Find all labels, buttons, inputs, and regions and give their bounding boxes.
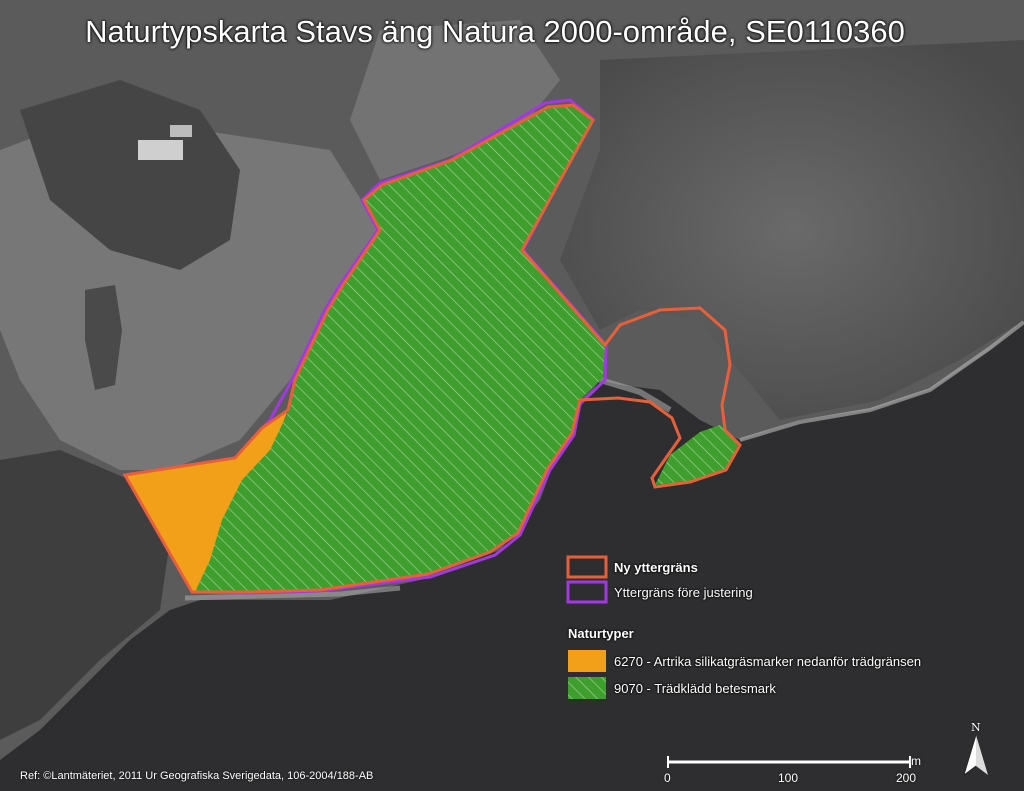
legend-label-new-boundary: Ny yttergräns xyxy=(614,560,698,575)
map-credit: Ref: ©Lantmäteriet, 2011 Ur Geografiska … xyxy=(20,770,374,782)
legend-heading-naturtyper: Naturtyper xyxy=(568,626,634,641)
map-canvas xyxy=(0,0,1024,791)
natura-map: Naturtypskarta Stavs äng Natura 2000-omr… xyxy=(0,0,1024,791)
farm-building xyxy=(138,140,183,160)
legend-label-9070: 9070 - Trädklädd betesmark xyxy=(614,681,776,696)
farm-building xyxy=(170,125,192,137)
legend-label-6270: 6270 - Artrika silikatgräsmarker nedanfö… xyxy=(614,654,922,669)
legend-label-old-boundary: Yttergräns före justering xyxy=(614,585,753,600)
legend-swatch-9070 xyxy=(568,677,606,699)
scale-tick-100: 100 xyxy=(778,771,799,785)
scale-unit: m xyxy=(911,754,921,768)
legend-swatch-6270 xyxy=(568,650,606,672)
map-title: Naturtypskarta Stavs äng Natura 2000-omr… xyxy=(85,14,905,49)
scale-tick-0: 0 xyxy=(664,771,671,785)
scale-tick-200: 200 xyxy=(896,771,917,785)
north-label: N xyxy=(971,721,981,734)
